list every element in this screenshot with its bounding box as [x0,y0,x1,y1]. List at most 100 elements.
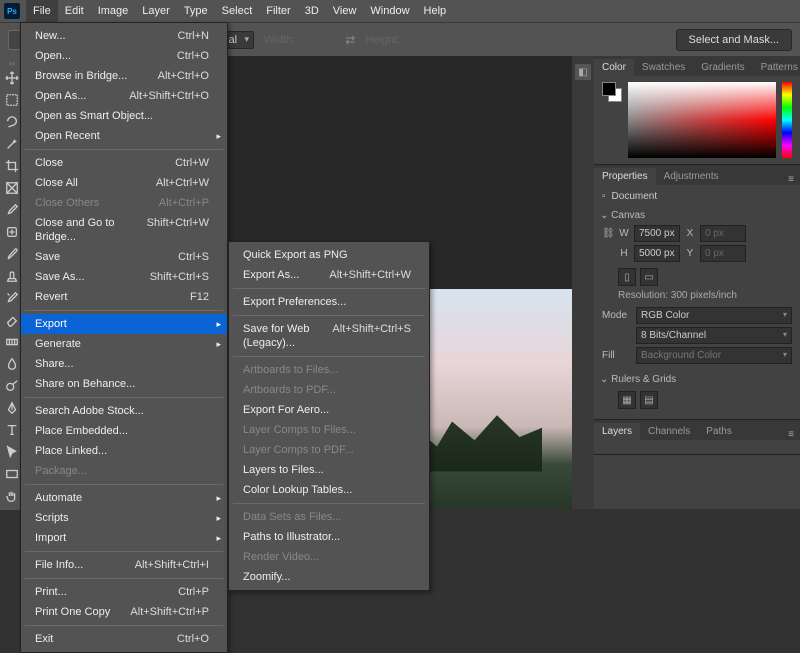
file-menu-item-share-on-behance[interactable]: Share on Behance... [21,374,227,394]
file-menu-item-share[interactable]: Share... [21,354,227,374]
file-menu-item-open-recent[interactable]: Open Recent [21,126,227,146]
width-input[interactable]: 7500 px [634,225,680,242]
layers-panel: LayersChannelsPaths ≡ [594,420,800,455]
rectangle-tool[interactable] [2,464,22,484]
export-menu-item-layers-to-files[interactable]: Layers to Files... [229,460,429,480]
rulers-section[interactable]: Rulers & Grids [600,374,792,385]
fill-select[interactable]: Background Color [636,347,792,364]
H-label: H [618,248,630,259]
gradient-tool[interactable] [2,332,22,352]
swap-wh-icon[interactable]: ⇄ [345,33,355,47]
orientation-portrait-button[interactable]: ▯ [618,268,636,286]
menu-view[interactable]: View [326,0,364,22]
color-tab-gradients[interactable]: Gradients [693,59,752,76]
eraser-tool[interactable] [2,310,22,330]
type-tool[interactable] [2,420,22,440]
layers-tab-paths[interactable]: Paths [698,423,740,440]
lasso-tool[interactable] [2,112,22,132]
color-tab-color[interactable]: Color [594,59,634,76]
color-spectrum[interactable] [628,82,776,158]
file-menu-item-export[interactable]: Export [21,314,227,334]
file-menu-item-open[interactable]: Open...Ctrl+O [21,46,227,66]
file-menu-item-print[interactable]: Print...Ctrl+P [21,582,227,602]
file-menu-item-place-linked[interactable]: Place Linked... [21,441,227,461]
dodge-tool[interactable] [2,376,22,396]
export-menu-item-paths-to-illustrator[interactable]: Paths to Illustrator... [229,527,429,547]
properties-panel-menu-icon[interactable]: ≡ [782,174,800,185]
export-menu-item-color-lookup-tables[interactable]: Color Lookup Tables... [229,480,429,500]
file-menu-item-generate[interactable]: Generate [21,334,227,354]
menu-help[interactable]: Help [417,0,454,22]
file-menu-item-close-and-go-to-bridge[interactable]: Close and Go to Bridge...Shift+Ctrl+W [21,213,227,247]
export-menu-item-export-for-aero[interactable]: Export For Aero... [229,400,429,420]
menu-select[interactable]: Select [215,0,260,22]
export-menu-item-export-as[interactable]: Export As...Alt+Shift+Ctrl+W [229,265,429,285]
menu-edit[interactable]: Edit [58,0,91,22]
path-select-tool[interactable] [2,442,22,462]
marquee-tool[interactable] [2,90,22,110]
file-menu-item-save-as[interactable]: Save As...Shift+Ctrl+S [21,267,227,287]
menu-window[interactable]: Window [363,0,416,22]
move-tool[interactable] [2,68,22,88]
healing-brush-tool[interactable] [2,222,22,242]
color-tab-patterns[interactable]: Patterns [753,59,800,76]
brush-tool[interactable] [2,244,22,264]
file-menu-item-exit[interactable]: ExitCtrl+O [21,629,227,649]
file-menu-item-open-as-smart-object[interactable]: Open as Smart Object... [21,106,227,126]
file-menu-item-print-one-copy[interactable]: Print One CopyAlt+Shift+Ctrl+P [21,602,227,622]
menu-image[interactable]: Image [91,0,136,22]
file-menu-item-search-adobe-stock[interactable]: Search Adobe Stock... [21,401,227,421]
pen-tool[interactable] [2,398,22,418]
hue-strip[interactable] [782,82,792,158]
properties-tab-properties[interactable]: Properties [594,168,656,185]
export-menu-item-export-preferences[interactable]: Export Preferences... [229,292,429,312]
file-menu-item-open-as[interactable]: Open As...Alt+Shift+Ctrl+O [21,86,227,106]
orientation-landscape-button[interactable]: ▭ [640,268,658,286]
color-tab-swatches[interactable]: Swatches [634,59,693,76]
rulers-icon-1[interactable]: ▦ [618,391,636,409]
menu-file[interactable]: File [26,0,58,22]
crop-tool[interactable] [2,156,22,176]
menu-layer[interactable]: Layer [135,0,177,22]
file-menu-item-package: Package... [21,461,227,481]
layers-tab-channels[interactable]: Channels [640,423,698,440]
file-menu-item-browse-in-bridge[interactable]: Browse in Bridge...Alt+Ctrl+O [21,66,227,86]
file-menu-item-save[interactable]: SaveCtrl+S [21,247,227,267]
history-brush-tool[interactable] [2,288,22,308]
clone-stamp-tool[interactable] [2,266,22,286]
file-menu-item-file-info[interactable]: File Info...Alt+Shift+Ctrl+I [21,555,227,575]
blur-tool[interactable] [2,354,22,374]
export-menu-item-zoomify[interactable]: Zoomify... [229,567,429,587]
file-menu-item-close-all[interactable]: Close AllAlt+Ctrl+W [21,173,227,193]
file-menu-item-close[interactable]: CloseCtrl+W [21,153,227,173]
select-and-mask-button[interactable]: Select and Mask... [676,29,793,51]
fg-bg-swatch[interactable] [602,82,622,102]
layers-panel-menu-icon[interactable]: ≡ [782,429,800,440]
canvas-section[interactable]: Canvas [600,210,792,221]
export-menu-item-quick-export-as-png[interactable]: Quick Export as PNG [229,245,429,265]
frame-tool[interactable] [2,178,22,198]
bits-select[interactable]: 8 Bits/Channel [636,327,792,344]
hand-tool[interactable] [2,486,22,506]
rulers-icon-2[interactable]: ▤ [640,391,658,409]
menu-filter[interactable]: Filter [259,0,297,22]
magic-wand-tool[interactable] [2,134,22,154]
file-menu-item-revert[interactable]: RevertF12 [21,287,227,307]
file-menu-item-place-embedded[interactable]: Place Embedded... [21,421,227,441]
file-menu-item-import[interactable]: Import [21,528,227,548]
file-menu-item-new[interactable]: New...Ctrl+N [21,26,227,46]
layers-tab-layers[interactable]: Layers [594,423,640,440]
file-menu-item-scripts[interactable]: Scripts [21,508,227,528]
eyedropper-tool[interactable] [2,200,22,220]
menu-3d[interactable]: 3D [298,0,326,22]
dock-icon[interactable]: ◧ [575,64,591,80]
height-input[interactable]: 5000 px [634,245,680,262]
menu-type[interactable]: Type [177,0,215,22]
W-label: W [618,228,630,239]
mode-select[interactable]: RGB Color [636,307,792,324]
link-wh-icon[interactable]: ⛓ [602,228,614,239]
file-menu-item-automate[interactable]: Automate [21,488,227,508]
toolbox-grip[interactable]: ›› [9,60,15,66]
export-menu-item-save-for-web-legacy[interactable]: Save for Web (Legacy)...Alt+Shift+Ctrl+S [229,319,429,353]
properties-tab-adjustments[interactable]: Adjustments [656,168,727,185]
